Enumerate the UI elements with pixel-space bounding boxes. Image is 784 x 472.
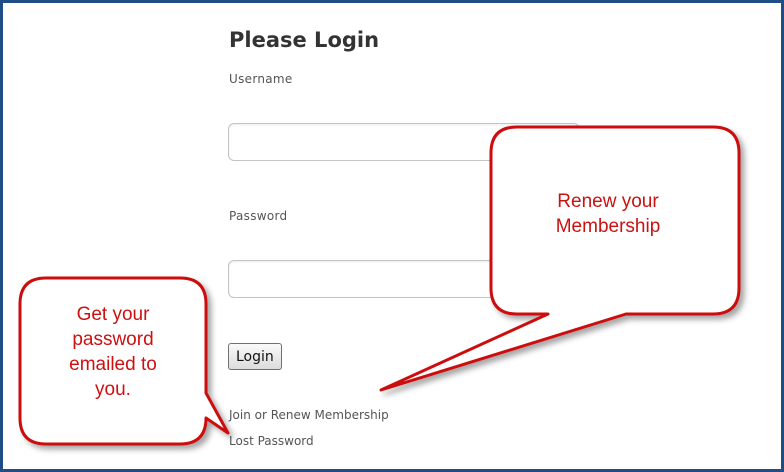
password-callout-line: emailed to: [69, 354, 157, 375]
renew-callout-text: Renew your Membership: [500, 189, 716, 239]
password-callout-line: you.: [95, 379, 131, 400]
password-label: Password: [229, 209, 288, 223]
renew-callout-line: Renew your: [557, 191, 659, 212]
password-callout-line: password: [72, 329, 154, 350]
join-renew-membership-link[interactable]: Join or Renew Membership: [229, 408, 389, 422]
password-callout-text: Get your password emailed to you.: [30, 302, 196, 402]
username-input[interactable]: [228, 123, 580, 161]
password-input[interactable]: [228, 260, 580, 298]
login-button[interactable]: Login: [228, 343, 282, 370]
password-callout-line: Get your: [76, 304, 150, 325]
renew-callout-line: Membership: [555, 216, 661, 237]
page-title: Please Login: [229, 28, 380, 52]
lost-password-link[interactable]: Lost Password: [229, 434, 314, 448]
username-label: Username: [229, 72, 293, 86]
